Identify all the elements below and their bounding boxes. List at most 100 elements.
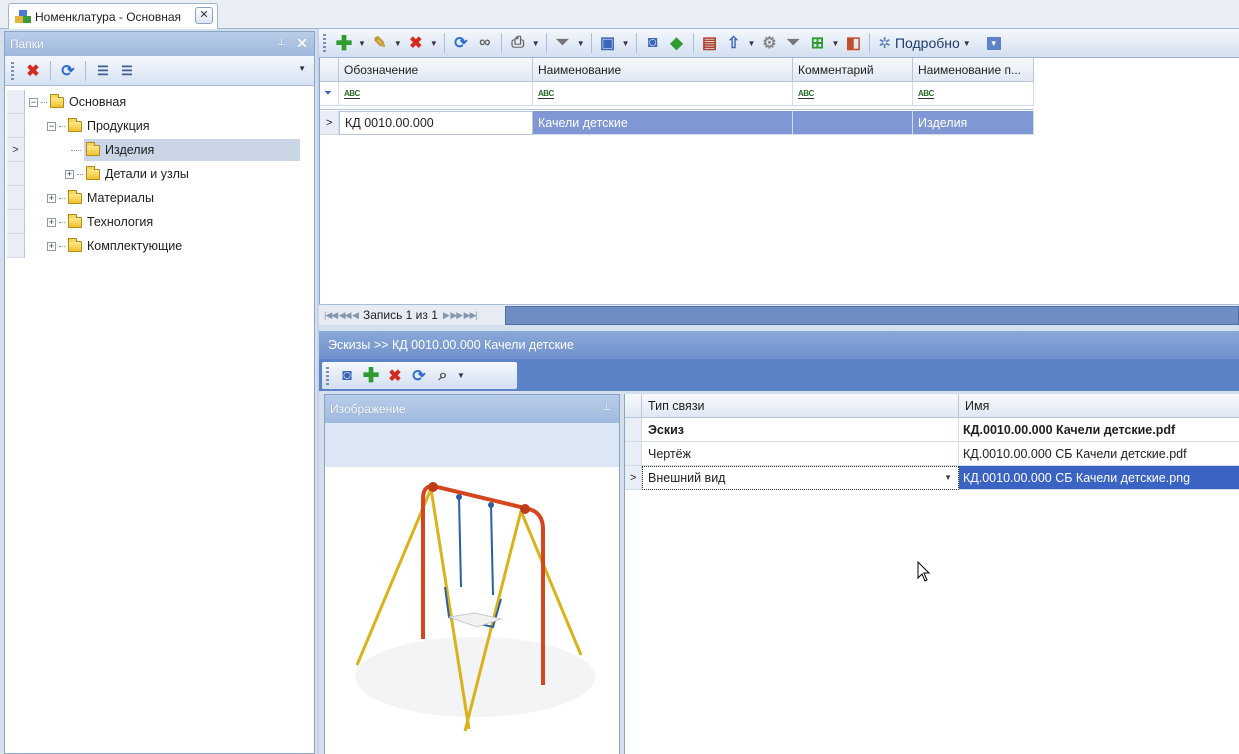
table-cell-designation[interactable]: КД 0010.00.000 xyxy=(339,111,533,135)
add-icon[interactable]: ✚ xyxy=(359,364,383,388)
cubes-icon[interactable]: ◆ xyxy=(665,31,689,55)
pin-icon[interactable]: ⊥ xyxy=(602,402,611,413)
detail-breadcrumb: Эскизы >> КД 0010.00.000 Качели детские xyxy=(319,331,1239,359)
tree-node-main[interactable]: − Основная xyxy=(7,90,313,114)
link-icon[interactable]: ∞ xyxy=(473,31,497,55)
column-header-group[interactable]: Наименование п... xyxy=(913,58,1034,82)
table-cell-file-name[interactable]: КД.0010.00.000 Качели детские.pdf xyxy=(959,418,1239,442)
next-last-record-icons[interactable]: ▶ ▶▶ ▶▶| xyxy=(438,310,482,321)
tree-node-parts[interactable]: + Детали и узлы xyxy=(7,162,313,186)
tree-node-label: Детали и узлы xyxy=(105,167,189,181)
dropdown-arrow-icon[interactable]: ▼ xyxy=(748,39,756,48)
funnel-icon[interactable]: ⏷ xyxy=(781,31,805,55)
nomenclature-grid: Обозначение Наименование Комментарий Наи… xyxy=(319,58,1239,304)
dropdown-arrow-icon[interactable]: ▼ xyxy=(577,39,585,48)
column-header-comment[interactable]: Комментарий xyxy=(793,58,913,82)
table-cell-group[interactable]: Изделия xyxy=(913,111,1034,135)
eraser-icon[interactable]: ◧ xyxy=(841,31,865,55)
close-tab-button[interactable]: ✕ xyxy=(195,7,213,24)
filter-cell-designation[interactable]: ABC xyxy=(339,82,533,106)
row-header xyxy=(625,418,642,442)
report-icon[interactable]: ▤ xyxy=(698,31,722,55)
toolbar-overflow-icon[interactable]: ▼ xyxy=(298,64,306,73)
dropdown-arrow-icon[interactable]: ▼ xyxy=(430,39,438,48)
dropdown-arrow-icon[interactable]: ▼ xyxy=(358,39,366,48)
tree-node-materials[interactable]: + Материалы xyxy=(7,186,313,210)
table-cell-link-type[interactable]: Эскиз xyxy=(642,418,959,442)
collapse-icon[interactable]: − xyxy=(47,121,56,131)
sort-descending-icon[interactable]: ☰ xyxy=(116,60,138,82)
detail-toolbar: ◙ ✚ ✖ ⟳ ⌕ ▼ xyxy=(322,362,517,389)
tools-icon[interactable]: ⚙ xyxy=(757,31,781,55)
zoom-icon[interactable]: ⌕ xyxy=(431,364,455,388)
table-cell-file-name[interactable]: КД.0010.00.000 СБ Качели детские.png xyxy=(959,466,1239,490)
expand-icon[interactable]: + xyxy=(47,217,56,227)
table-cell-file-name[interactable]: КД.0010.00.000 СБ Качели детские.pdf xyxy=(959,442,1239,466)
table-cell-comment[interactable] xyxy=(793,111,913,135)
refresh-icon[interactable]: ⟳ xyxy=(449,31,473,55)
tree-node-technology[interactable]: + Технология xyxy=(7,210,313,234)
tree-node-items[interactable]: > Изделия xyxy=(7,138,313,162)
grid-corner xyxy=(320,58,339,82)
toolbar-overflow-icon[interactable]: ▼ xyxy=(986,36,1001,50)
filter-cell-group[interactable]: ABC xyxy=(913,82,1034,106)
calendar-icon[interactable]: ◙ xyxy=(641,31,665,55)
collapse-icon[interactable]: − xyxy=(29,97,38,107)
column-header-file-name[interactable]: Имя xyxy=(959,394,1239,418)
add-icon[interactable]: ✚ xyxy=(332,31,356,55)
detail-view-button[interactable]: ✲ Подробно ▼ xyxy=(878,34,972,52)
horizontal-scrollbar[interactable] xyxy=(505,306,1239,325)
dropdown-arrow-icon[interactable]: ▼ xyxy=(532,39,540,48)
folder-icon xyxy=(68,117,82,132)
links-grid: Тип связи Имя Эскиз КД.0010.00.000 Качел… xyxy=(624,394,1239,754)
dropdown-arrow-icon[interactable]: ▼ xyxy=(831,39,839,48)
delete-folder-icon[interactable]: ✖ xyxy=(22,60,44,82)
current-row-indicator: > xyxy=(320,111,339,135)
refresh-icon[interactable]: ⟳ xyxy=(57,60,79,82)
refresh-icon[interactable]: ⟳ xyxy=(407,364,431,388)
edit-icon[interactable]: ✎ xyxy=(368,31,392,55)
first-prev-record-icons[interactable]: |◀◀ ◀◀ ◀ xyxy=(319,310,363,321)
table-cell-link-type[interactable]: Чертёж xyxy=(642,442,959,466)
tree-node-label: Комплектующие xyxy=(87,239,183,253)
folders-panel-header: Папки ⊥ ✕ xyxy=(5,32,314,56)
toolbar-grip[interactable] xyxy=(11,61,14,80)
package-icon[interactable]: ▣ xyxy=(596,31,620,55)
expand-icon[interactable]: + xyxy=(47,241,56,251)
tree-node-products[interactable]: − Продукция xyxy=(7,114,313,138)
row-header xyxy=(7,210,25,234)
close-panel-icon[interactable]: ✕ xyxy=(296,35,308,52)
pin-icon[interactable]: ⊥ xyxy=(277,37,286,48)
print-icon[interactable]: ⎙ xyxy=(506,31,530,55)
toolbar-grip[interactable] xyxy=(323,34,326,52)
filter-cell-comment[interactable]: ABC xyxy=(793,82,913,106)
column-header-name[interactable]: Наименование xyxy=(533,58,793,82)
settings-icon: ✲ xyxy=(878,35,891,52)
tree-node-components[interactable]: + Комплектующие xyxy=(7,234,313,258)
column-header-designation[interactable]: Обозначение xyxy=(339,58,533,82)
add-document-icon[interactable]: ⊞ xyxy=(805,31,829,55)
sort-ascending-icon[interactable]: ☰ xyxy=(92,60,114,82)
delete-icon[interactable]: ✖ xyxy=(404,31,428,55)
row-header xyxy=(7,186,25,210)
calendar-icon[interactable]: ◙ xyxy=(335,364,359,388)
chevron-down-icon[interactable]: ▼ xyxy=(944,473,952,482)
delete-icon[interactable]: ✖ xyxy=(383,364,407,388)
document-tab-nomenclature[interactable]: Номенклатура - Основная ✕ xyxy=(8,3,218,29)
tree-node-label: Основная xyxy=(69,95,127,109)
dropdown-arrow-icon[interactable]: ▼ xyxy=(622,39,630,48)
column-header-link-type[interactable]: Тип связи xyxy=(642,394,959,418)
swing-image xyxy=(325,467,619,754)
toolbar-overflow-icon[interactable]: ▼ xyxy=(457,371,465,380)
filter-icon[interactable]: ⏷ xyxy=(551,31,575,55)
export-icon[interactable]: ⇧ xyxy=(722,31,746,55)
text-filter-icon: ABC xyxy=(798,88,814,99)
toolbar-separator xyxy=(50,60,51,81)
toolbar-grip[interactable] xyxy=(326,366,329,385)
expand-icon[interactable]: + xyxy=(47,193,56,203)
link-type-dropdown[interactable]: Внешний вид ▼ xyxy=(642,466,959,490)
filter-cell-name[interactable]: ABC xyxy=(533,82,793,106)
dropdown-arrow-icon[interactable]: ▼ xyxy=(394,39,402,48)
table-cell-name[interactable]: Качели детские xyxy=(533,111,793,135)
expand-icon[interactable]: + xyxy=(65,169,74,179)
